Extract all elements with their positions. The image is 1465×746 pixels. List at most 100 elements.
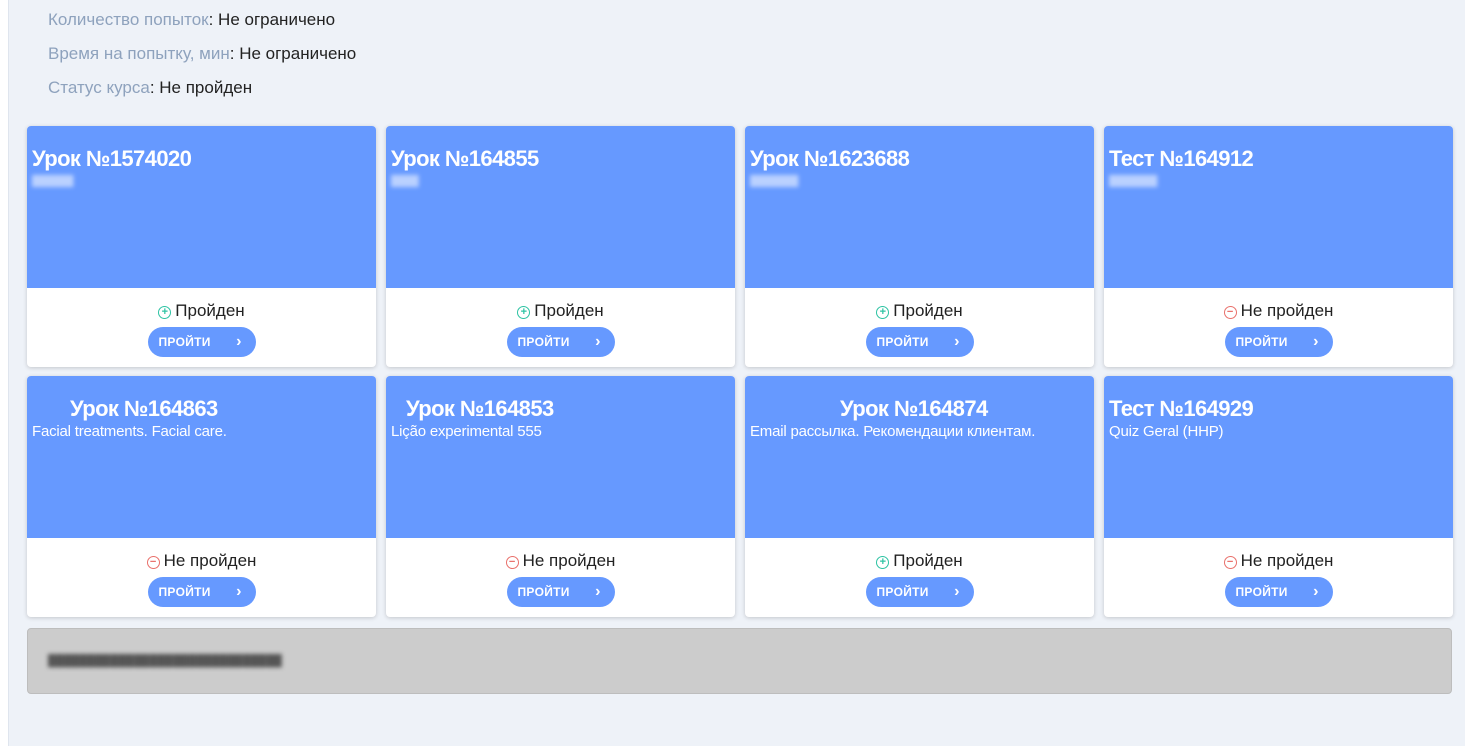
card-status: + Пройден <box>745 551 1094 571</box>
status-label: Не пройден <box>1240 301 1334 320</box>
minus-circle-icon: − <box>1223 306 1237 319</box>
card-subtitle-redacted: ███████ <box>750 176 799 187</box>
status-label: Пройден <box>175 301 245 320</box>
chevron-right-icon: › <box>954 333 960 350</box>
lesson-card[interactable]: Урок №1623688 ███████ + Пройден ПРОЙТИ › <box>745 126 1094 367</box>
info-value: : Не ограничено <box>229 44 357 63</box>
card-header: Урок №1574020 ██████ <box>27 126 376 288</box>
card-footer: + Пройден ПРОЙТИ › <box>745 538 1094 617</box>
start-button[interactable]: ПРОЙТИ › <box>506 327 615 357</box>
card-subtitle-redacted: ████ <box>391 176 419 187</box>
button-label: ПРОЙТИ <box>158 335 211 349</box>
start-button[interactable]: ПРОЙТИ › <box>865 577 974 607</box>
card-subtitle-redacted: ██████ <box>32 176 74 187</box>
left-panel-edge <box>0 0 9 746</box>
card-title: Урок №164855 <box>391 146 539 171</box>
plus-circle-icon: + <box>876 306 890 319</box>
info-value: : Не пройден <box>149 78 253 97</box>
button-label: ПРОЙТИ <box>517 335 570 349</box>
card-subtitle: Facial treatments. Facial care. <box>32 423 227 440</box>
chevron-right-icon: › <box>954 583 960 600</box>
card-header: Тест №164912 ███████ <box>1104 126 1453 288</box>
card-status: − Не пройден <box>27 551 376 571</box>
course-info: Количество попыток: Не ограничено Время … <box>48 10 356 112</box>
chevron-right-icon: › <box>236 333 242 350</box>
card-header: Урок №1623688 ███████ <box>745 126 1094 288</box>
card-title: Урок №1574020 <box>32 146 192 171</box>
lesson-card[interactable]: Урок №164853 Lição experimental 555 − Не … <box>386 376 735 617</box>
card-footer: + Пройден ПРОЙТИ › <box>745 288 1094 367</box>
card-header: Тест №164929 Quiz Geral (HHP) <box>1104 376 1453 538</box>
card-footer: + Пройден ПРОЙТИ › <box>386 288 735 367</box>
attempt-time-row: Время на попытку, мин: Не ограничено <box>48 44 356 78</box>
card-title: Урок №1623688 <box>750 146 910 171</box>
card-title: Урок №164853 <box>406 396 554 421</box>
button-label: ПРОЙТИ <box>158 585 211 599</box>
card-title: Тест №164912 <box>1109 146 1254 171</box>
start-button[interactable]: ПРОЙТИ › <box>147 577 256 607</box>
card-subtitle: Quiz Geral (HHP) <box>1109 423 1224 440</box>
button-label: ПРОЙТИ <box>1235 335 1288 349</box>
minus-circle-icon: − <box>146 556 160 569</box>
status-label: Пройден <box>893 551 963 570</box>
start-button[interactable]: ПРОЙТИ › <box>1224 327 1333 357</box>
footer-text-redacted: ██████████████████████████████ <box>48 655 282 667</box>
card-header: Урок №164853 Lição experimental 555 <box>386 376 735 538</box>
minus-circle-icon: − <box>1223 556 1237 569</box>
start-button[interactable]: ПРОЙТИ › <box>147 327 256 357</box>
plus-circle-icon: + <box>517 306 531 319</box>
plus-circle-icon: + <box>876 556 890 569</box>
card-footer: − Не пройден ПРОЙТИ › <box>1104 288 1453 367</box>
card-status: − Не пройден <box>386 551 735 571</box>
start-button[interactable]: ПРОЙТИ › <box>506 577 615 607</box>
lesson-card[interactable]: Урок №164863 Facial treatments. Facial c… <box>27 376 376 617</box>
info-label: Количество попыток <box>48 10 209 29</box>
course-status-row: Статус курса: Не пройден <box>48 78 356 112</box>
status-label: Не пройден <box>522 551 616 570</box>
test-card[interactable]: Тест №164929 Quiz Geral (HHP) − Не пройде… <box>1104 376 1453 617</box>
status-label: Не пройден <box>1240 551 1334 570</box>
chevron-right-icon: › <box>1313 333 1319 350</box>
card-status: + Пройден <box>386 301 735 321</box>
card-footer: + Пройден ПРОЙТИ › <box>27 288 376 367</box>
minus-circle-icon: − <box>505 556 519 569</box>
lesson-card[interactable]: Урок №164874 Email рассылка. Рекомендаци… <box>745 376 1094 617</box>
status-label: Пройден <box>534 301 604 320</box>
chevron-right-icon: › <box>595 333 601 350</box>
chevron-right-icon: › <box>236 583 242 600</box>
button-label: ПРОЙТИ <box>876 335 929 349</box>
card-status: − Не пройден <box>1104 551 1453 571</box>
start-button[interactable]: ПРОЙТИ › <box>865 327 974 357</box>
lesson-grid: Урок №1574020 ██████ + Пройден ПРОЙТИ › Ур… <box>27 126 1453 617</box>
card-status: + Пройден <box>745 301 1094 321</box>
card-subtitle: Email рассылка. Рекомендации клиентам. <box>750 423 1036 440</box>
card-title: Тест №164929 <box>1109 396 1254 421</box>
card-header: Урок №164863 Facial treatments. Facial c… <box>27 376 376 538</box>
card-title: Урок №164874 <box>840 396 988 421</box>
lesson-card[interactable]: Урок №1574020 ██████ + Пройден ПРОЙТИ › <box>27 126 376 367</box>
plus-circle-icon: + <box>158 306 172 319</box>
card-subtitle-redacted: ███████ <box>1109 176 1158 187</box>
chevron-right-icon: › <box>595 583 601 600</box>
button-label: ПРОЙТИ <box>876 585 929 599</box>
lesson-card[interactable]: Урок №164855 ████ + Пройден ПРОЙТИ › <box>386 126 735 367</box>
card-footer: − Не пройден ПРОЙТИ › <box>1104 538 1453 617</box>
start-button[interactable]: ПРОЙТИ › <box>1224 577 1333 607</box>
card-header: Урок №164855 ████ <box>386 126 735 288</box>
button-label: ПРОЙТИ <box>1235 585 1288 599</box>
card-status: + Пройден <box>27 301 376 321</box>
attempts-count-row: Количество попыток: Не ограничено <box>48 10 356 44</box>
card-footer: − Не пройден ПРОЙТИ › <box>386 538 735 617</box>
footer-bar[interactable]: ██████████████████████████████ <box>27 628 1452 694</box>
card-footer: − Не пройден ПРОЙТИ › <box>27 538 376 617</box>
test-card[interactable]: Тест №164912 ███████ − Не пройден ПРОЙТИ › <box>1104 126 1453 367</box>
card-status: − Не пройден <box>1104 301 1453 321</box>
card-header: Урок №164874 Email рассылка. Рекомендаци… <box>745 376 1094 538</box>
card-subtitle: Lição experimental 555 <box>391 423 542 440</box>
info-label: Время на попытку, мин <box>48 44 230 63</box>
status-label: Не пройден <box>163 551 257 570</box>
info-label: Статус курса <box>48 78 150 97</box>
chevron-right-icon: › <box>1313 583 1319 600</box>
card-title: Урок №164863 <box>70 396 218 421</box>
button-label: ПРОЙТИ <box>517 585 570 599</box>
